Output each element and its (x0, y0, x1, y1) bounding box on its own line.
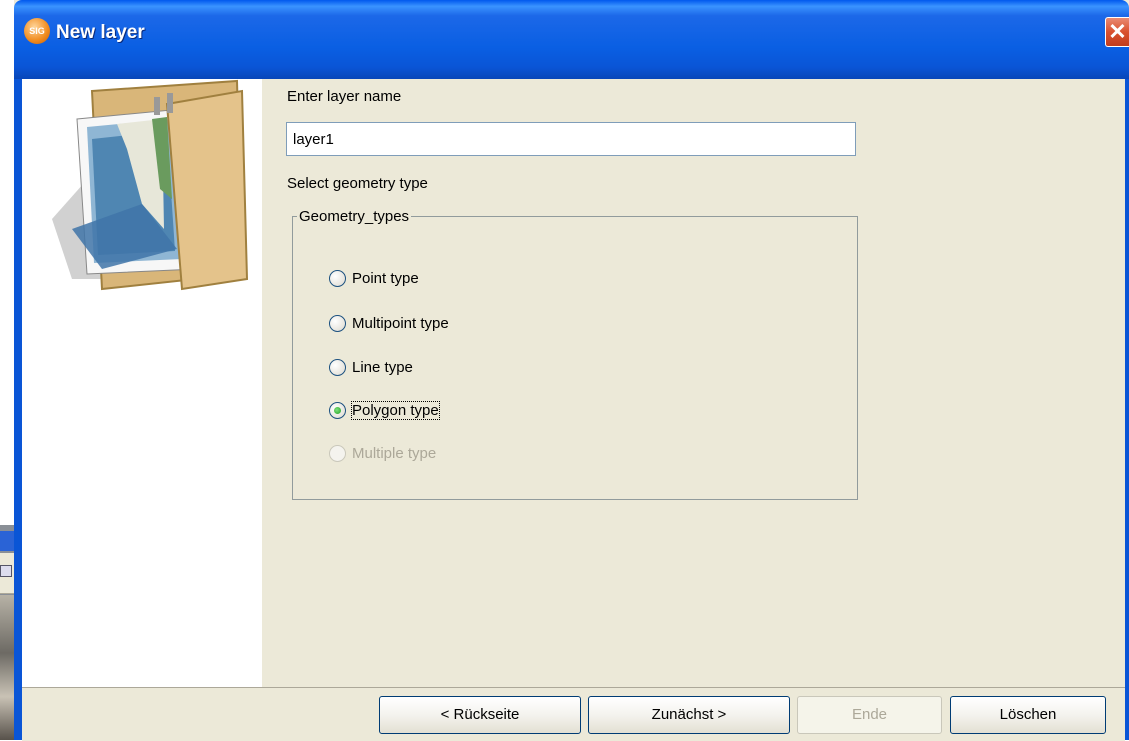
background-window-titlebar (0, 531, 14, 551)
radio-button[interactable] (329, 358, 346, 376)
radio-button[interactable] (329, 269, 346, 287)
wizard-image-panel (22, 79, 262, 687)
geometry-type-label: Select geometry type (287, 175, 428, 192)
next-button[interactable]: Zunächst > (588, 696, 790, 734)
new-layer-dialog: SIG New layer ✕ Enter layer name Select … (14, 0, 1129, 741)
window-frame-left (14, 79, 22, 740)
geometry-types-group-title: Geometry_types (297, 208, 412, 225)
title-bar[interactable]: SIG New layer ✕ (14, 0, 1129, 79)
radio-multiple-type: Multiple type (329, 441, 436, 465)
radio-button-disabled (329, 444, 346, 462)
window-frame-right (1125, 79, 1129, 740)
radio-multipoint-type[interactable]: Multipoint type (329, 311, 449, 335)
app-logo-icon: SIG (24, 18, 50, 44)
radio-label: Multipoint type (352, 314, 449, 332)
layer-name-input[interactable] (286, 122, 856, 156)
dialog-title: New layer (56, 22, 145, 43)
finish-button: Ende (797, 696, 942, 734)
radio-label: Multiple type (352, 444, 437, 462)
close-button[interactable]: ✕ (1105, 17, 1129, 47)
radio-line-type[interactable]: Line type (329, 355, 413, 379)
toolbar-icon (0, 565, 12, 577)
back-button[interactable]: < Rückseite (379, 696, 581, 734)
background-window-image (0, 595, 14, 740)
radio-label: Line type (352, 358, 413, 376)
radio-label: Polygon type (351, 400, 440, 420)
radio-point-type[interactable]: Point type (329, 266, 419, 290)
background-window (0, 525, 14, 740)
cancel-button[interactable]: Löschen (950, 696, 1106, 734)
radio-polygon-type[interactable]: Polygon type (329, 398, 440, 422)
radio-button-checked[interactable] (329, 401, 346, 419)
radio-button[interactable] (329, 314, 346, 332)
radio-label: Point type (352, 269, 419, 287)
folder-with-maps-icon (52, 79, 249, 291)
layer-name-label: Enter layer name (287, 88, 402, 105)
background-window-toolbar (0, 553, 14, 594)
